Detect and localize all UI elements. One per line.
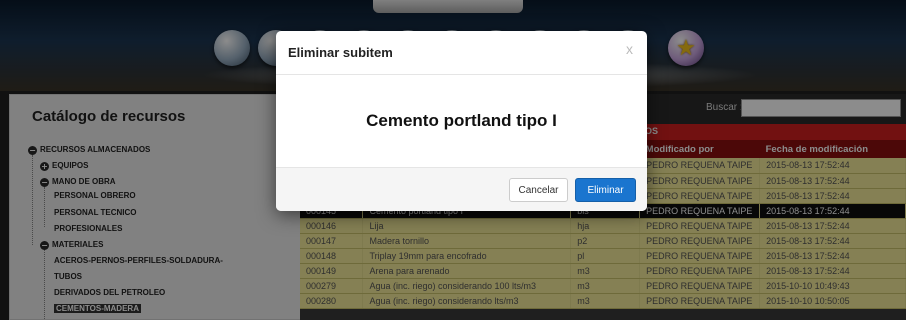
delete-subitem-dialog: Eliminar subitem x Cemento portland tipo… (276, 31, 647, 211)
dialog-body: Cemento portland tipo I (276, 75, 647, 167)
dialog-message: Cemento portland tipo I (366, 111, 557, 130)
dialog-header: Eliminar subitem x (276, 31, 647, 75)
dialog-title: Eliminar subitem (288, 45, 393, 60)
dialog-footer: Cancelar Eliminar (276, 167, 647, 211)
cancel-button[interactable]: Cancelar (509, 178, 568, 202)
close-icon[interactable]: x (626, 41, 633, 57)
delete-button[interactable]: Eliminar (575, 178, 636, 202)
